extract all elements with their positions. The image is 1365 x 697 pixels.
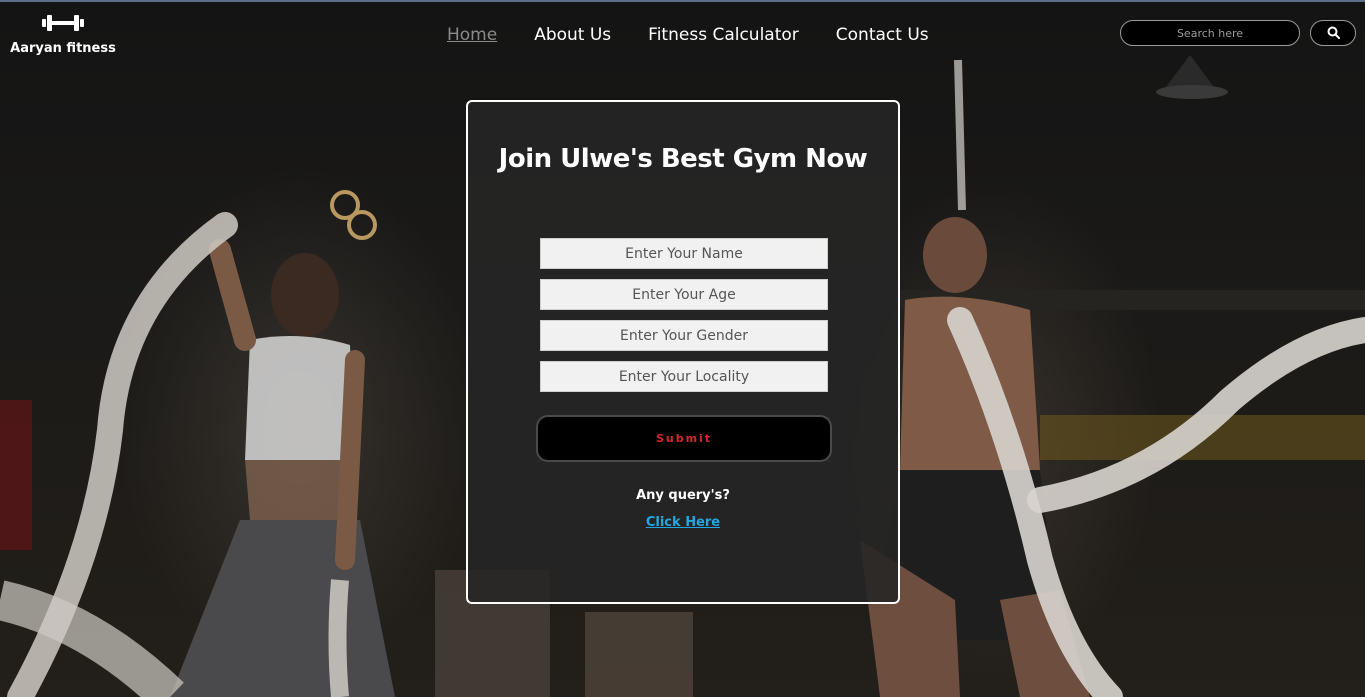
join-form-card: Join Ulwe's Best Gym Now Submit Any quer… xyxy=(466,100,900,604)
logo[interactable]: Aaryan fitness xyxy=(8,12,118,56)
main-nav: Home About Us Fitness Calculator Contact… xyxy=(447,25,966,45)
search-button[interactable] xyxy=(1310,20,1356,46)
dumbbell-icon xyxy=(8,12,118,38)
name-field[interactable] xyxy=(540,238,828,269)
locality-field[interactable] xyxy=(540,361,828,392)
page: Aaryan fitness Home About Us Fitness Cal… xyxy=(0,0,1365,697)
click-here-link[interactable]: Click Here xyxy=(468,515,898,530)
nav-contact-us[interactable]: Contact Us xyxy=(836,25,929,45)
logo-text: Aaryan fitness xyxy=(10,41,116,56)
nav-about-us[interactable]: About Us xyxy=(534,25,611,45)
gender-field[interactable] xyxy=(540,320,828,351)
search-icon xyxy=(1327,24,1340,43)
search-input[interactable] xyxy=(1120,20,1300,46)
query-text: Any query's? xyxy=(636,488,730,503)
nav-fitness-calculator[interactable]: Fitness Calculator xyxy=(648,25,799,45)
form-title: Join Ulwe's Best Gym Now xyxy=(498,144,868,174)
age-field[interactable] xyxy=(540,279,828,310)
nav-home[interactable]: Home xyxy=(447,25,497,45)
submit-button[interactable]: Submit xyxy=(536,415,832,462)
